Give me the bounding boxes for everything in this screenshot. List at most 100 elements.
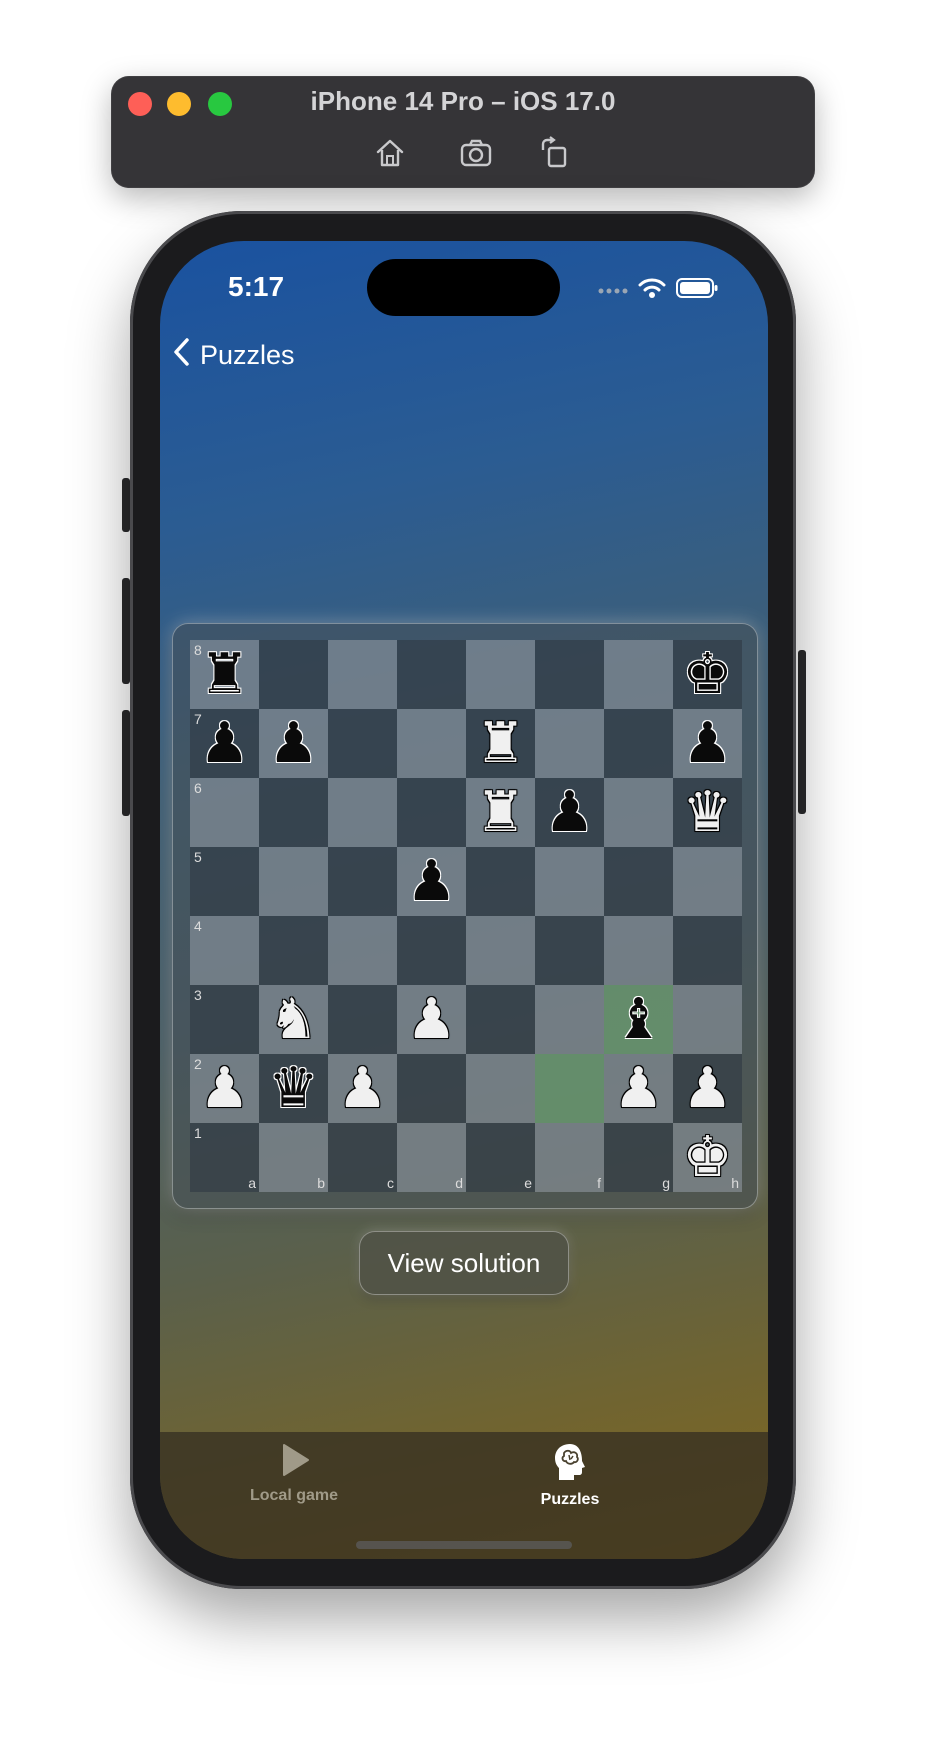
square-b7[interactable]: ♟ — [259, 709, 328, 778]
file-label: h — [731, 1175, 739, 1191]
square-a3[interactable]: 3 — [190, 985, 259, 1054]
square-h1[interactable]: h ♚ — [673, 1123, 742, 1192]
square-b5[interactable] — [259, 847, 328, 916]
square-c5[interactable] — [328, 847, 397, 916]
square-g7[interactable] — [604, 709, 673, 778]
tab-puzzles-label: Puzzles — [540, 1491, 600, 1508]
square-b4[interactable] — [259, 916, 328, 985]
square-a8[interactable]: 8 ♜ — [190, 640, 259, 709]
square-a1[interactable]: 1a — [190, 1123, 259, 1192]
square-e8[interactable] — [466, 640, 535, 709]
square-g1[interactable]: g — [604, 1123, 673, 1192]
white-pawn-icon[interactable]: ♟ — [337, 1060, 387, 1117]
square-d3[interactable]: ♟ — [397, 985, 466, 1054]
black-king-icon[interactable]: ♚ — [682, 646, 732, 703]
square-g4[interactable] — [604, 916, 673, 985]
black-rook-icon[interactable]: ♜ — [199, 646, 249, 703]
white-rook-icon[interactable]: ♜ — [475, 784, 525, 841]
square-b8[interactable] — [259, 640, 328, 709]
white-king-icon[interactable]: ♚ — [682, 1129, 732, 1186]
square-c6[interactable] — [328, 778, 397, 847]
square-a5[interactable]: 5 — [190, 847, 259, 916]
black-pawn-icon[interactable]: ♟ — [544, 784, 594, 841]
white-knight-icon[interactable]: ♞ — [268, 991, 318, 1048]
chess-board-card: 8 ♜ ♚ 7 ♟ ♟ ♜ ♟ 6 ♜ ♟ ♛ 5 ♟ 4 3 ♞ ♟ ♝ 2 ♟ ♛ ♟ ♟ ♟ 1 a b c d e f g h ♚ — [172, 623, 758, 1209]
rotate-icon[interactable] — [537, 136, 571, 170]
square-d5[interactable]: ♟ — [397, 847, 466, 916]
square-h3[interactable] — [673, 985, 742, 1054]
square-h7[interactable]: ♟ — [673, 709, 742, 778]
black-bishop-icon[interactable]: ♝ — [613, 991, 663, 1048]
black-pawn-icon[interactable]: ♟ — [406, 853, 456, 910]
square-b3[interactable]: ♞ — [259, 985, 328, 1054]
square-f5[interactable] — [535, 847, 604, 916]
square-a7[interactable]: 7 ♟ — [190, 709, 259, 778]
square-f8[interactable] — [535, 640, 604, 709]
square-f3[interactable] — [535, 985, 604, 1054]
tab-local-game[interactable]: Local game — [214, 1442, 374, 1505]
square-g8[interactable] — [604, 640, 673, 709]
square-a2[interactable]: 2 ♟ — [190, 1054, 259, 1123]
square-g5[interactable] — [604, 847, 673, 916]
square-e7[interactable]: ♜ — [466, 709, 535, 778]
home-icon[interactable] — [373, 136, 407, 170]
view-solution-button[interactable]: View solution — [359, 1231, 569, 1295]
rank-label: 4 — [194, 918, 202, 934]
square-h2[interactable]: ♟ — [673, 1054, 742, 1123]
square-h5[interactable] — [673, 847, 742, 916]
file-label: c — [387, 1175, 394, 1191]
square-g2[interactable]: ♟ — [604, 1054, 673, 1123]
square-g3[interactable]: ♝ — [604, 985, 673, 1054]
square-d6[interactable] — [397, 778, 466, 847]
white-queen-icon[interactable]: ♛ — [682, 784, 732, 841]
file-label: a — [248, 1175, 256, 1191]
black-pawn-icon[interactable]: ♟ — [682, 715, 732, 772]
rank-label: 8 — [194, 642, 202, 658]
back-button[interactable]: Puzzles — [172, 337, 295, 374]
square-d7[interactable] — [397, 709, 466, 778]
chess-board[interactable]: 8 ♜ ♚ 7 ♟ ♟ ♜ ♟ 6 ♜ ♟ ♛ 5 ♟ 4 3 ♞ ♟ ♝ 2 ♟ ♛ ♟ ♟ ♟ 1 a b c d e f g h ♚ — [190, 640, 742, 1192]
black-queen-icon[interactable]: ♛ — [268, 1060, 318, 1117]
square-e1[interactable]: e — [466, 1123, 535, 1192]
square-d2[interactable] — [397, 1054, 466, 1123]
square-e3[interactable] — [466, 985, 535, 1054]
square-c7[interactable] — [328, 709, 397, 778]
square-a6[interactable]: 6 — [190, 778, 259, 847]
square-b6[interactable] — [259, 778, 328, 847]
file-label: b — [317, 1175, 325, 1191]
square-b2[interactable]: ♛ — [259, 1054, 328, 1123]
square-h8[interactable]: ♚ — [673, 640, 742, 709]
status-time: 5:17 — [228, 271, 285, 302]
square-c1[interactable]: c — [328, 1123, 397, 1192]
square-h6[interactable]: ♛ — [673, 778, 742, 847]
white-pawn-icon[interactable]: ♟ — [406, 991, 456, 1048]
square-c3[interactable] — [328, 985, 397, 1054]
black-pawn-icon[interactable]: ♟ — [268, 715, 318, 772]
square-h4[interactable] — [673, 916, 742, 985]
black-pawn-icon[interactable]: ♟ — [199, 715, 249, 772]
square-f4[interactable] — [535, 916, 604, 985]
square-e2[interactable] — [466, 1054, 535, 1123]
square-c8[interactable] — [328, 640, 397, 709]
square-c4[interactable] — [328, 916, 397, 985]
square-d8[interactable] — [397, 640, 466, 709]
square-g6[interactable] — [604, 778, 673, 847]
square-b1[interactable]: b — [259, 1123, 328, 1192]
white-pawn-icon[interactable]: ♟ — [199, 1060, 249, 1117]
square-f1[interactable]: f — [535, 1123, 604, 1192]
square-a4[interactable]: 4 — [190, 916, 259, 985]
square-f7[interactable] — [535, 709, 604, 778]
square-f6[interactable]: ♟ — [535, 778, 604, 847]
white-pawn-icon[interactable]: ♟ — [682, 1060, 732, 1117]
square-d4[interactable] — [397, 916, 466, 985]
square-d1[interactable]: d — [397, 1123, 466, 1192]
tab-puzzles[interactable]: Puzzles — [490, 1442, 650, 1509]
white-pawn-icon[interactable]: ♟ — [613, 1060, 663, 1117]
square-e6[interactable]: ♜ — [466, 778, 535, 847]
square-c2[interactable]: ♟ — [328, 1054, 397, 1123]
square-f2[interactable] — [535, 1054, 604, 1123]
screenshot-icon[interactable] — [459, 136, 493, 170]
white-rook-icon[interactable]: ♜ — [475, 715, 525, 772]
square-e4[interactable] — [466, 916, 535, 985]
square-e5[interactable] — [466, 847, 535, 916]
